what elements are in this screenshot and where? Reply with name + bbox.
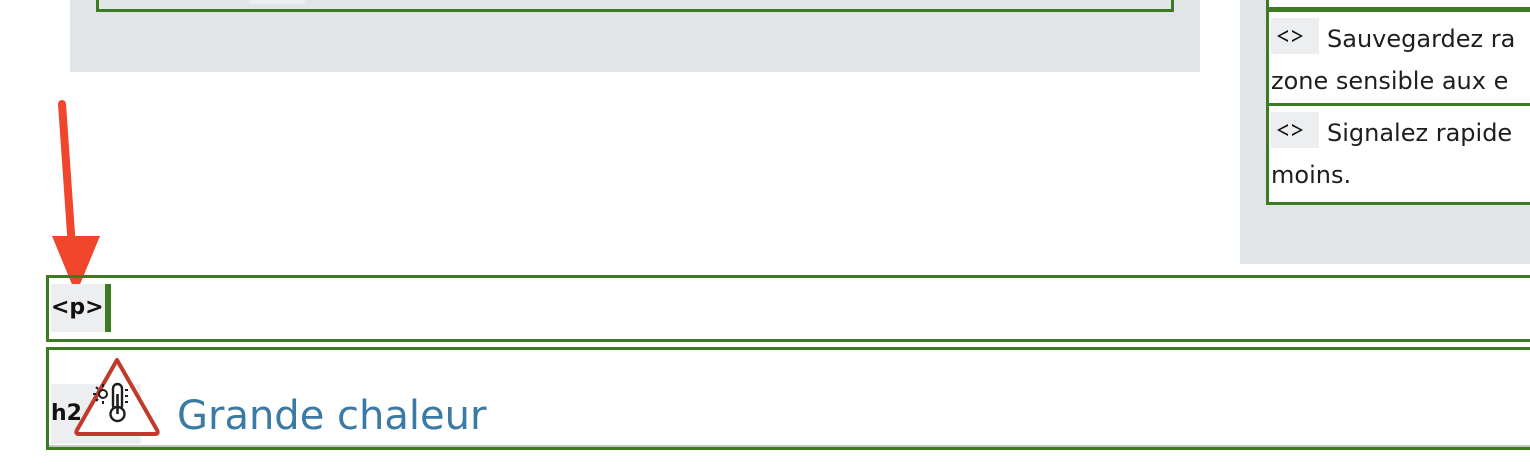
list-item-text: Sauvegardez ra zone sensible aux e bbox=[1271, 25, 1516, 95]
heading-element-outline: h2 Grande chaleur bbox=[46, 347, 1530, 450]
list-item-text: Signalez rapide moins. bbox=[1271, 119, 1513, 189]
page-canvas: Sauvegardez ra zone sensible aux e Signa… bbox=[0, 0, 1530, 466]
paragraph-element-outline: <p> bbox=[46, 275, 1530, 342]
heading-divider bbox=[49, 445, 1530, 447]
annotation-arrow-icon bbox=[52, 100, 100, 294]
heat-warning-icon bbox=[74, 358, 160, 436]
element-tag-badge: <p> bbox=[51, 284, 111, 332]
section-heading: Grande chaleur bbox=[177, 393, 487, 439]
list-item: Sauvegardez ra zone sensible aux e bbox=[1266, 9, 1530, 106]
element-tag-badge bbox=[249, 0, 305, 4]
outlined-element-left bbox=[96, 0, 1174, 12]
list-item: Signalez rapide moins. bbox=[1266, 103, 1530, 205]
